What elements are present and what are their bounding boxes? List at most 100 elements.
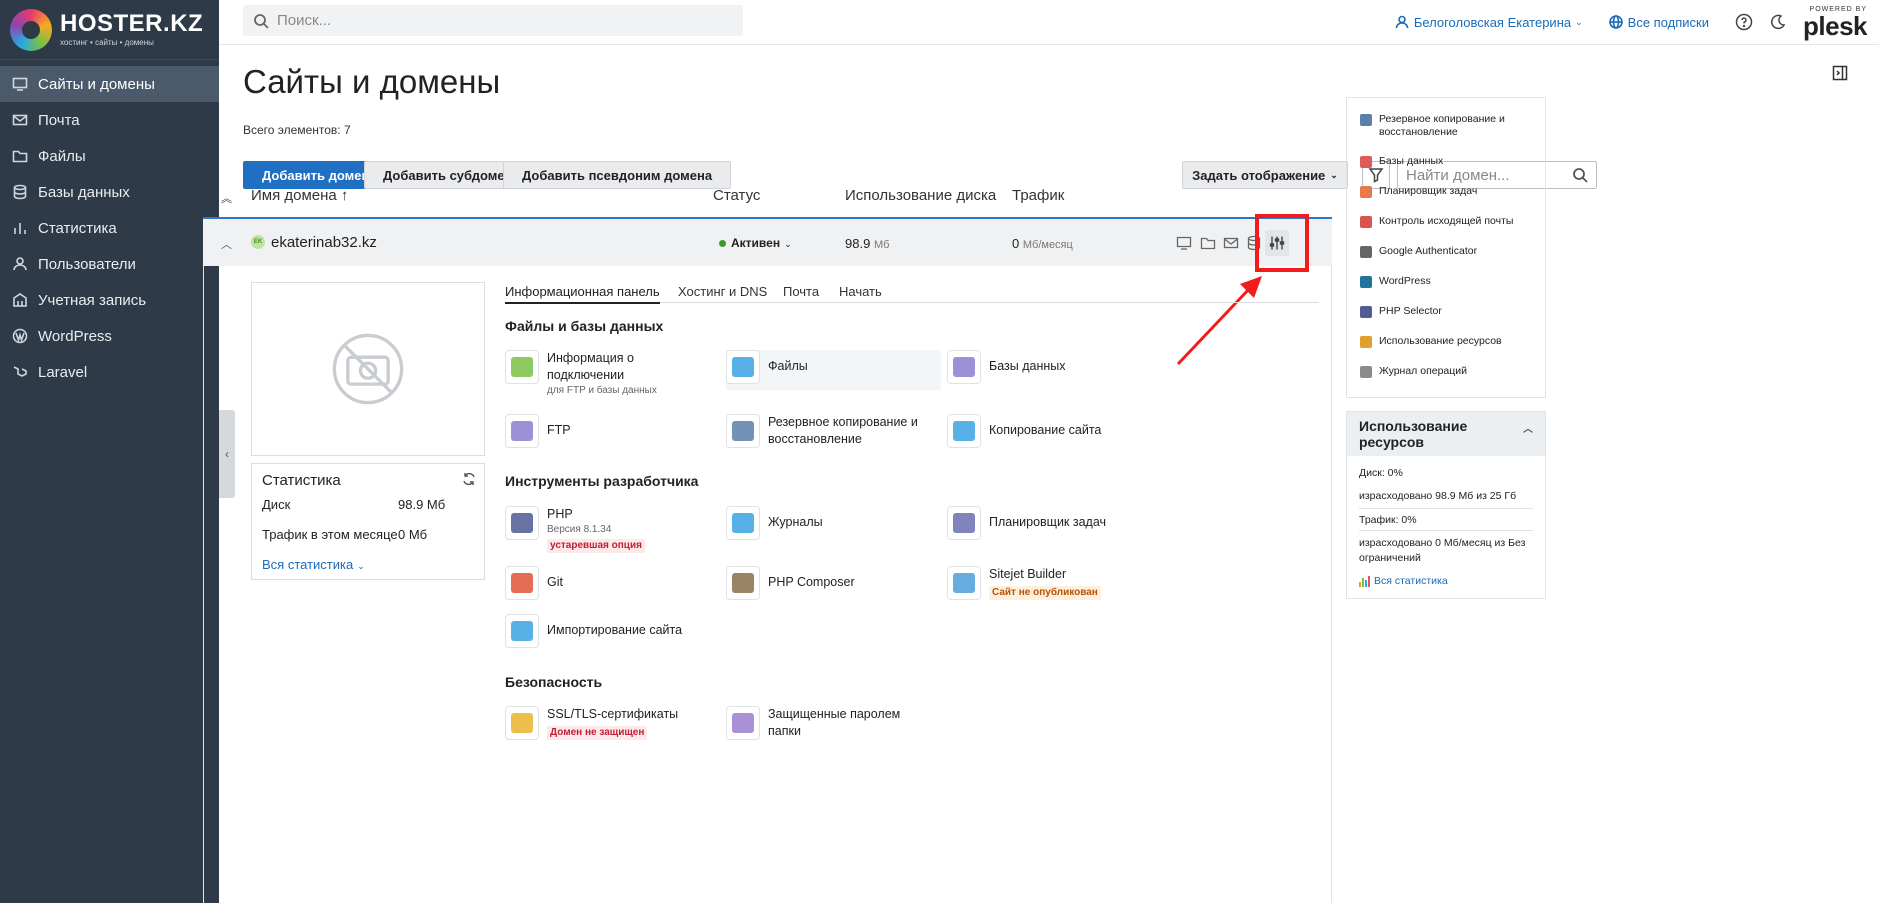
tool-sub: для FTP и базы данных (547, 385, 657, 396)
panel-toggle-icon[interactable] (1832, 65, 1848, 81)
column-status[interactable]: Статус (713, 187, 760, 204)
column-domain-name[interactable]: Имя домена ↑ (251, 187, 348, 204)
collapse-all-icon[interactable]: ︽ (221, 190, 232, 206)
ssl-lock-icon (505, 706, 539, 740)
quick-link-6[interactable]: WordPress (1360, 275, 1538, 288)
quick-link-3[interactable]: Планировщик задач (1360, 185, 1538, 198)
collapse-row-icon[interactable]: ︿ (221, 236, 232, 252)
tool-ftp[interactable]: FTP (505, 414, 571, 448)
tool-composer[interactable]: PHP Composer (726, 566, 855, 600)
site-preview-placeholder[interactable] (251, 282, 485, 456)
domain-name-link[interactable]: ekaterinab32.kz (271, 234, 377, 251)
tool-label: SSL/TLS-сертификаты (547, 707, 679, 721)
section-files-db: Файлы и базы данных (505, 318, 664, 334)
logs-icon (726, 506, 760, 540)
tool-sched[interactable]: Планировщик задач (947, 506, 1106, 540)
search-placeholder: Поиск... (277, 12, 332, 29)
tool-ssl[interactable]: SSL/TLS-сертификаты Домен не защищен (505, 706, 678, 740)
plesk-logo: POWERED BY plesk (1803, 6, 1868, 39)
sitejet-icon (947, 566, 981, 600)
quick-link-2[interactable]: Базы данных (1360, 155, 1538, 168)
quick-link-4[interactable]: Контроль исходящей почты (1360, 215, 1538, 228)
quick-link-9[interactable]: Журнал операций (1360, 365, 1538, 378)
sidebar-item-4[interactable]: Базы данных (0, 174, 219, 210)
user-menu[interactable]: Белоголовская Екатерина ⌄ (1395, 15, 1583, 30)
domain-favicon-icon: EK (251, 235, 265, 249)
quick-link-8[interactable]: Использование ресурсов (1360, 335, 1538, 348)
sidebar-item-8[interactable]: WordPress (0, 318, 219, 354)
wordpress-icon (12, 328, 28, 344)
resource-usage-card: Использование ресурсов ︿ Диск: 0% израсх… (1346, 411, 1546, 599)
tool-git[interactable]: Git (505, 566, 563, 600)
column-disk[interactable]: Использование диска (845, 187, 996, 204)
tool-db[interactable]: Базы данных (947, 350, 1066, 384)
tool-logs[interactable]: Журналы (726, 506, 823, 540)
tool-copy[interactable]: Копирование сайта (947, 414, 1101, 448)
help-icon[interactable] (1735, 13, 1753, 31)
tab-hosting-dns[interactable]: Хостинг и DNS (678, 284, 767, 299)
quick-link-label: Базы данных (1379, 155, 1444, 167)
tab-start[interactable]: Начать (839, 284, 882, 299)
brand-name-b: KZ (170, 10, 204, 37)
tool-label: Резервное копирование и восстановление (768, 415, 918, 446)
view-options-button[interactable]: Задать отображение ⌄ (1182, 161, 1348, 189)
dark-mode-icon[interactable] (1769, 13, 1787, 31)
sidebar-item-label: Учетная запись (38, 291, 147, 309)
sidebar-item-1[interactable]: Сайты и домены (0, 66, 219, 102)
quick-link-label: Использование ресурсов (1379, 335, 1502, 347)
tool-sitejet[interactable]: Sitejet Builder Сайт не опубликован (947, 566, 1101, 600)
quick-link-icon (1360, 336, 1372, 348)
global-search-input[interactable]: Поиск... (243, 5, 743, 36)
sidebar-item-3[interactable]: Файлы (0, 138, 219, 174)
sidebar-item-label: Файлы (38, 147, 86, 165)
tool-files[interactable]: Файлы (726, 350, 941, 390)
status-badge[interactable]: Активен ⌄ (719, 236, 792, 250)
add-alias-button[interactable]: Добавить псевдоним домена (503, 161, 732, 189)
tool-label: Защищенные паролем папки (768, 707, 901, 738)
database-icon (947, 350, 981, 384)
usage-all-stats-link[interactable]: Вся статистика (1359, 575, 1448, 587)
panel-border-left (203, 266, 204, 903)
warning-badge: Сайт не опубликован (989, 586, 1101, 600)
sidebar-item-label: Laravel (38, 363, 88, 381)
backup-icon (726, 414, 760, 448)
all-stats-link[interactable]: Вся статистика ⌄ (262, 557, 365, 572)
quick-link-label: Журнал операций (1379, 365, 1468, 377)
import-icon (505, 614, 539, 648)
quick-link-7[interactable]: PHP Selector (1360, 305, 1538, 318)
subscriptions-menu[interactable]: Все подписки (1608, 15, 1709, 30)
quick-link-icon (1360, 276, 1372, 288)
stats-traffic-label: Трафик в этом месяце (262, 527, 398, 542)
red-arrow-icon (1176, 276, 1262, 366)
tab-dashboard[interactable]: Информационная панель (505, 284, 660, 304)
preview-icon[interactable] (1176, 235, 1192, 251)
sidebar-item-6[interactable]: Пользователи (0, 246, 219, 282)
usage-header[interactable]: Использование ресурсов ︿ (1347, 412, 1545, 456)
mail-icon[interactable] (1223, 235, 1239, 251)
chevron-down-icon: ⌄ (357, 561, 365, 571)
tool-php[interactable]: PHP Версия 8.1.34 устаревшая опция (505, 506, 645, 553)
tool-backup[interactable]: Резервное копирование и восстановление (726, 414, 933, 448)
sidebar-item-5[interactable]: Статистика (0, 210, 219, 246)
refresh-icon[interactable] (461, 471, 477, 487)
sidebar-item-2[interactable]: Почта (0, 102, 219, 138)
column-traffic[interactable]: Трафик (1012, 187, 1064, 204)
tab-mail[interactable]: Почта (783, 284, 819, 299)
quick-link-label: Контроль исходящей почты (1379, 215, 1514, 227)
sidebar-item-7[interactable]: Учетная запись (0, 282, 219, 318)
chevron-up-icon[interactable]: ︿ (1523, 422, 1533, 438)
tool-label: Журналы (768, 515, 823, 529)
quick-link-5[interactable]: Google Authenticator (1360, 245, 1538, 258)
brand-tagline: хостинг • сайты • домены (60, 38, 154, 47)
disk-value: 98.9 (845, 236, 871, 251)
brand-logo[interactable]: HOSTER.KZ хостинг • сайты • домены (0, 0, 219, 60)
tool-conn[interactable]: Информация о подключении для FTP и базы д… (505, 350, 712, 397)
quick-link-1[interactable]: Резервное копирование и восстановление (1360, 113, 1538, 139)
folder-icon[interactable] (1200, 235, 1216, 251)
tool-protect[interactable]: Защищенные паролем папки (726, 706, 933, 740)
quick-link-icon (1360, 114, 1372, 126)
tool-import[interactable]: Импортирование сайта (505, 614, 682, 648)
sidebar-item-9[interactable]: Laravel (0, 354, 219, 390)
status-dot (719, 240, 726, 248)
mail-icon (12, 112, 28, 128)
